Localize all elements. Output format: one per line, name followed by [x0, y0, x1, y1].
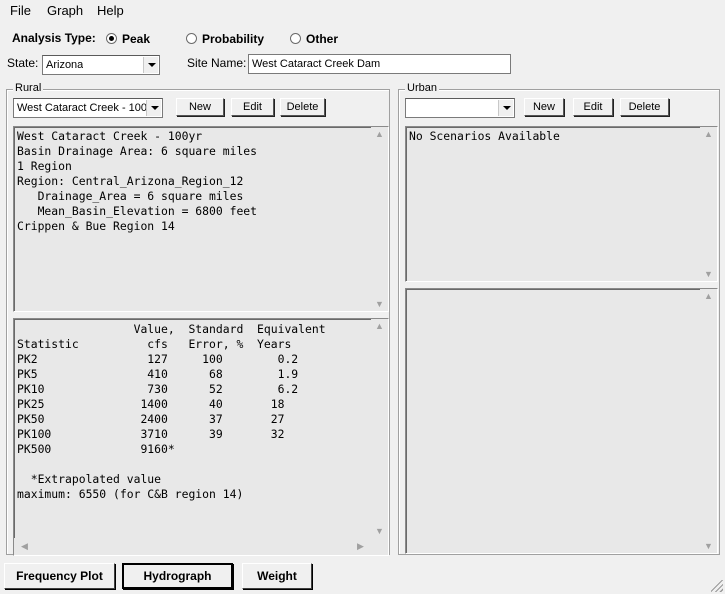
state-select-value: Arizona — [46, 59, 84, 71]
scroll-up-icon[interactable]: ▲ — [700, 291, 717, 301]
urban-results-scrollbar[interactable]: ▲ ▼ — [700, 289, 717, 553]
scroll-up-icon[interactable]: ▲ — [371, 321, 388, 331]
analysis-type-label: Analysis Type: — [12, 31, 96, 45]
rural-delete-button[interactable]: Delete — [280, 98, 325, 116]
urban-results-box[interactable]: ▲ ▼ — [405, 288, 718, 554]
hydrograph-button[interactable]: Hydrograph — [122, 563, 233, 589]
urban-scenario-select[interactable] — [405, 98, 515, 118]
chevron-down-icon[interactable] — [143, 57, 158, 73]
resize-grip-icon[interactable] — [711, 580, 723, 592]
urban-new-button[interactable]: New — [524, 98, 564, 116]
urban-description-scrollbar[interactable]: ▲ ▼ — [700, 127, 717, 281]
site-name-label: Site Name: — [187, 56, 247, 70]
scroll-left-icon[interactable]: ◀ — [16, 541, 33, 552]
scroll-up-icon[interactable]: ▲ — [371, 129, 388, 139]
urban-description-text: No Scenarios Available — [409, 129, 560, 143]
rural-description-text: West Cataract Creek - 100yr Basin Draina… — [17, 129, 258, 233]
menu-graph[interactable]: Graph — [47, 3, 83, 18]
menu-file[interactable]: File — [10, 3, 31, 18]
urban-description-box[interactable]: No Scenarios Available ▲ ▼ — [405, 126, 718, 282]
rural-scenario-select[interactable]: West Cataract Creek - 100 — [13, 98, 163, 118]
rural-results-vscrollbar[interactable]: ▲ ▼ — [371, 319, 388, 538]
radio-peak-label[interactable]: Peak — [122, 32, 150, 46]
rural-description-scrollbar[interactable]: ▲ ▼ — [371, 127, 388, 311]
state-select[interactable]: Arizona — [42, 55, 160, 75]
rural-results-hscrollbar[interactable]: ◀ ▶ — [14, 538, 371, 555]
menu-help[interactable]: Help — [97, 3, 124, 18]
urban-delete-button[interactable]: Delete — [620, 98, 669, 116]
chevron-down-icon[interactable] — [146, 100, 161, 116]
rural-group-title: Rural — [13, 82, 44, 94]
rural-new-button[interactable]: New — [176, 98, 224, 116]
weight-button[interactable]: Weight — [242, 563, 312, 589]
site-name-input[interactable]: West Cataract Creek Dam — [248, 54, 511, 74]
menu-bar: File Graph Help — [0, 0, 725, 22]
rural-results-text: Value, Standard Equivalent Statistic cfs… — [17, 322, 326, 501]
rural-scenario-value: West Cataract Creek - 100 — [17, 102, 147, 114]
rural-description-box[interactable]: West Cataract Creek - 100yr Basin Draina… — [13, 126, 389, 312]
frequency-plot-button[interactable]: Frequency Plot — [4, 563, 115, 589]
scroll-down-icon[interactable]: ▼ — [371, 526, 388, 536]
radio-other[interactable] — [290, 33, 301, 44]
scroll-down-icon[interactable]: ▼ — [700, 541, 717, 551]
state-label: State: — [7, 56, 39, 70]
rural-results-box[interactable]: Value, Standard Equivalent Statistic cfs… — [13, 318, 389, 556]
urban-edit-button[interactable]: Edit — [573, 98, 613, 116]
scroll-down-icon[interactable]: ▼ — [371, 299, 388, 309]
radio-probability-label[interactable]: Probability — [202, 32, 264, 46]
rural-edit-button[interactable]: Edit — [231, 98, 274, 116]
site-name-value: West Cataract Creek Dam — [252, 58, 381, 70]
radio-probability[interactable] — [186, 33, 197, 44]
radio-other-label[interactable]: Other — [306, 32, 338, 46]
scroll-up-icon[interactable]: ▲ — [700, 129, 717, 139]
urban-group-title: Urban — [405, 82, 439, 94]
scroll-right-icon[interactable]: ▶ — [352, 541, 369, 552]
scroll-down-icon[interactable]: ▼ — [700, 269, 717, 279]
chevron-down-icon[interactable] — [498, 100, 513, 116]
radio-peak[interactable] — [106, 33, 117, 44]
